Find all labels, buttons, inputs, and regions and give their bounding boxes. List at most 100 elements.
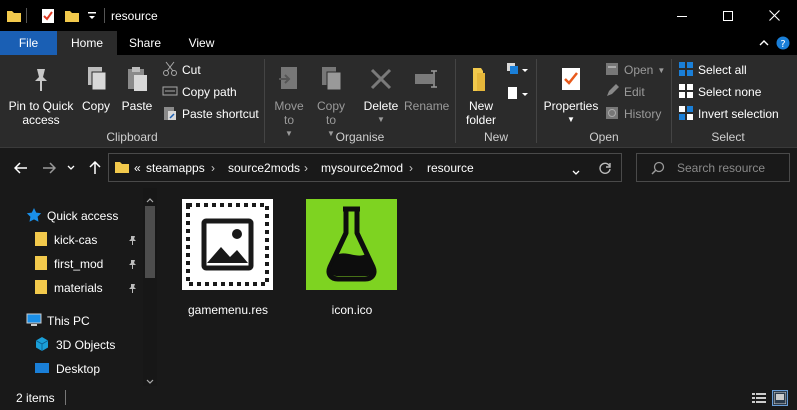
move-to-label: Move to bbox=[274, 99, 304, 127]
minimize-icon bbox=[677, 15, 687, 17]
paste-shortcut-label: Paste shortcut bbox=[182, 107, 259, 121]
delete-button[interactable]: Delete ▼ bbox=[360, 65, 402, 127]
copy-to-icon bbox=[312, 65, 350, 96]
paste-button[interactable]: Paste bbox=[118, 65, 156, 113]
large-icons-view-icon[interactable] bbox=[772, 390, 788, 406]
delete-dropdown-icon: ▼ bbox=[377, 115, 385, 124]
select-none-icon bbox=[678, 83, 694, 102]
search-placeholder: Search resource bbox=[677, 161, 766, 175]
folder-icon bbox=[6, 6, 22, 26]
nav-label: Quick access bbox=[47, 209, 119, 223]
item-count: 2 items bbox=[16, 391, 55, 405]
up-button[interactable] bbox=[85, 158, 105, 178]
flask-icon bbox=[306, 199, 397, 290]
breadcrumb-overflow[interactable]: « bbox=[134, 161, 141, 175]
delete-label: Delete bbox=[363, 99, 399, 113]
minimize-button[interactable] bbox=[659, 0, 705, 31]
back-button[interactable] bbox=[11, 158, 31, 178]
recent-locations-button[interactable] bbox=[64, 158, 78, 178]
maximize-icon bbox=[723, 10, 733, 21]
search-input[interactable]: Search resource bbox=[636, 153, 790, 182]
title-bar: resource bbox=[0, 0, 797, 31]
address-history-chevron-icon[interactable] bbox=[572, 165, 580, 179]
new-folder-button[interactable]: New folder bbox=[460, 65, 502, 127]
breadcrumb-source2mods[interactable]: source2mods bbox=[228, 161, 300, 175]
select-all-icon bbox=[678, 61, 694, 80]
tab-file[interactable]: File bbox=[0, 31, 57, 55]
breadcrumb-separator-icon[interactable]: › bbox=[211, 161, 215, 175]
history-button[interactable]: History bbox=[604, 104, 661, 124]
scrollbar-thumb[interactable] bbox=[145, 206, 155, 278]
star-icon bbox=[26, 207, 42, 226]
folder-icon bbox=[34, 279, 48, 298]
select-group-label: Select bbox=[711, 130, 745, 144]
breadcrumb-steamapps[interactable]: steamapps bbox=[146, 161, 205, 175]
new-folder-quick-access-icon[interactable] bbox=[62, 6, 82, 26]
open-icon bbox=[604, 61, 620, 80]
organise-group-label: Organise bbox=[335, 130, 385, 144]
copy-path-icon bbox=[162, 83, 178, 102]
help-icon[interactable]: ? bbox=[775, 36, 791, 50]
pin-icon[interactable] bbox=[127, 283, 138, 297]
search-icon bbox=[651, 161, 665, 178]
properties-quick-access-icon[interactable] bbox=[35, 6, 61, 26]
navigation-pane: Quick access kick-cas first_mod material… bbox=[0, 188, 158, 386]
file-item[interactable]: icon.ico bbox=[292, 199, 412, 319]
paste-shortcut-button[interactable]: Paste shortcut bbox=[162, 104, 259, 124]
computer-icon bbox=[26, 312, 42, 331]
properties-button[interactable]: Properties ▼ bbox=[542, 65, 600, 127]
folder-icon bbox=[34, 255, 48, 274]
tab-home[interactable]: Home bbox=[57, 31, 117, 55]
cut-button[interactable]: Cut bbox=[162, 60, 201, 80]
breadcrumb-separator-icon[interactable]: › bbox=[304, 161, 308, 175]
copy-path-button[interactable]: Copy path bbox=[162, 82, 237, 102]
forward-button[interactable] bbox=[39, 158, 59, 178]
file-item[interactable]: gamemenu.res bbox=[168, 199, 288, 319]
nav-scrollbar[interactable] bbox=[143, 188, 157, 386]
scroll-up-icon[interactable] bbox=[146, 192, 154, 206]
select-none-button[interactable]: Select none bbox=[678, 82, 761, 102]
details-view-icon[interactable] bbox=[751, 390, 767, 406]
refresh-icon[interactable] bbox=[598, 161, 612, 178]
copy-label: Copy bbox=[81, 99, 110, 113]
customize-toolbar-chevron-icon[interactable] bbox=[84, 6, 100, 26]
maximize-button[interactable] bbox=[705, 0, 751, 31]
status-bar: 2 items bbox=[0, 386, 797, 410]
select-none-label: Select none bbox=[698, 85, 762, 99]
folder-icon bbox=[34, 231, 48, 250]
easy-access-icon[interactable] bbox=[505, 84, 529, 104]
minimize-ribbon-chevron-icon[interactable] bbox=[756, 36, 772, 50]
file-name: gamemenu.res bbox=[187, 303, 269, 317]
address-row: « steamapps › source2mods › mysource2mod… bbox=[0, 149, 797, 186]
select-all-button[interactable]: Select all bbox=[678, 60, 747, 80]
svg-text:?: ? bbox=[780, 39, 785, 50]
desktop-icon bbox=[34, 361, 50, 378]
clipboard-group-label: Clipboard bbox=[106, 130, 158, 144]
open-button[interactable]: Open ▼ bbox=[604, 60, 665, 80]
breadcrumb-resource[interactable]: resource bbox=[427, 161, 474, 175]
close-icon bbox=[768, 10, 780, 21]
new-group-label: New bbox=[483, 130, 508, 144]
delete-icon bbox=[360, 65, 402, 96]
new-item-icon[interactable] bbox=[505, 60, 529, 80]
pin-icon[interactable] bbox=[127, 235, 138, 249]
invert-selection-button[interactable]: Invert selection bbox=[678, 104, 779, 124]
breadcrumb-mysource2mod[interactable]: mysource2mod bbox=[321, 161, 403, 175]
up-arrow-icon bbox=[89, 161, 101, 174]
paste-label: Paste bbox=[121, 99, 153, 113]
pin-icon[interactable] bbox=[127, 259, 138, 273]
tab-share[interactable]: Share bbox=[117, 31, 173, 55]
ribbon: Pin to Quick access Copy Paste Cut Copy … bbox=[0, 55, 797, 148]
rename-button[interactable]: Rename bbox=[404, 65, 449, 113]
close-button[interactable] bbox=[751, 0, 797, 31]
tab-view[interactable]: View bbox=[173, 31, 230, 55]
breadcrumb-separator-icon[interactable]: › bbox=[409, 161, 413, 175]
pin-to-quick-access-button[interactable]: Pin to Quick access bbox=[4, 65, 78, 127]
history-icon bbox=[604, 105, 620, 124]
title-separator bbox=[104, 8, 105, 23]
address-bar[interactable]: « steamapps › source2mods › mysource2mod… bbox=[108, 153, 622, 182]
edit-button[interactable]: Edit bbox=[604, 82, 645, 102]
new-folder-label: New folder bbox=[465, 99, 497, 127]
copy-icon bbox=[78, 65, 114, 96]
copy-button[interactable]: Copy bbox=[78, 65, 114, 113]
